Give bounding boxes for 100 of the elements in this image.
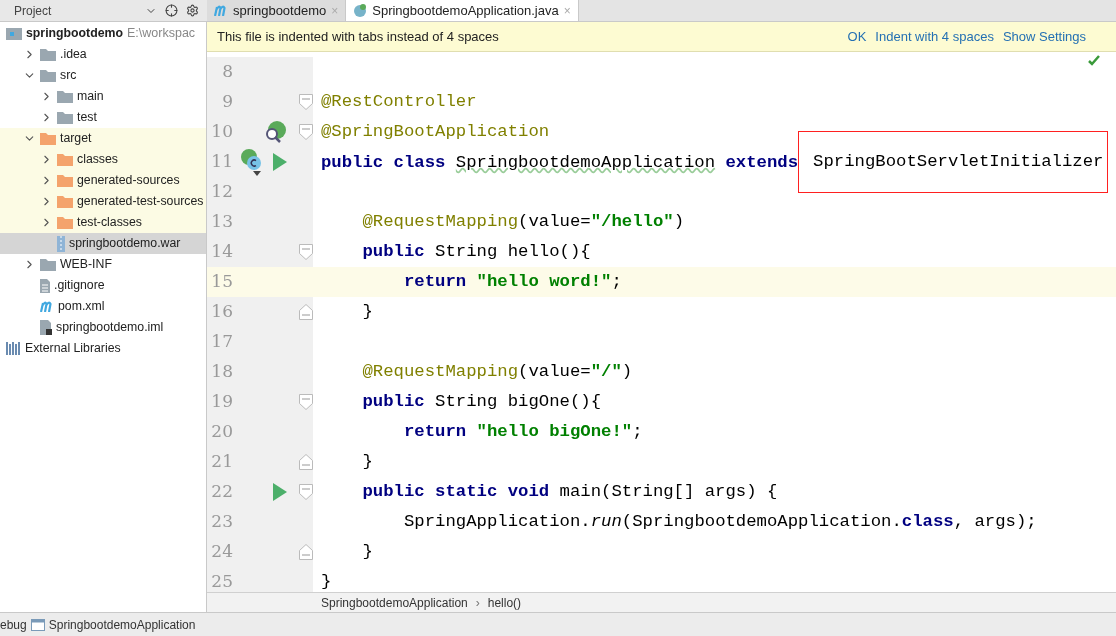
- code-token: (value=: [518, 212, 591, 232]
- line-number: 10: [210, 120, 233, 144]
- code-token: main(String[] args) {: [559, 482, 778, 502]
- code-token: @SpringBootApplication: [321, 122, 550, 142]
- breadcrumb-item[interactable]: hello(): [487, 593, 522, 612]
- tree-item[interactable]: target: [0, 128, 206, 149]
- run-icon[interactable]: [273, 153, 287, 171]
- editor-tab[interactable]: SpringbootdemoApplication.java ×: [346, 0, 579, 21]
- code-token: "/hello": [590, 212, 674, 232]
- line-number: 23: [210, 510, 233, 534]
- tree-label: test-classes: [77, 214, 142, 232]
- line-number: 22: [210, 480, 233, 504]
- code-token: String bigOne(){: [435, 392, 602, 412]
- fold-marker-icon[interactable]: [299, 394, 313, 410]
- code-token: return: [404, 422, 468, 442]
- folder-icon: [57, 153, 73, 166]
- tab-label: SpringbootdemoApplication.java: [372, 1, 559, 20]
- project-view-title[interactable]: Project: [14, 1, 52, 20]
- tree-item[interactable]: .idea: [0, 44, 206, 65]
- code-token: }: [362, 452, 373, 472]
- tree-item[interactable]: src: [0, 65, 206, 86]
- folder-icon: [40, 258, 56, 271]
- folder-icon: [57, 216, 73, 229]
- tree-label: springbootdemo.war: [69, 235, 181, 253]
- code-token: ;: [611, 272, 622, 292]
- run-icon[interactable]: [273, 483, 287, 501]
- tree-item[interactable]: main: [0, 86, 206, 107]
- bean-search-icon[interactable]: [263, 120, 287, 144]
- tree-label: External Libraries: [25, 340, 121, 358]
- fold-marker-icon[interactable]: [299, 484, 313, 500]
- archive-icon: [57, 235, 65, 252]
- line-number: 15: [210, 270, 233, 294]
- code-token: SpringbootdemoApplication: [455, 152, 716, 172]
- check-icon: [1088, 55, 1100, 67]
- tree-label: target: [60, 130, 92, 148]
- highlighted-code: SpringBootServletInitializer: [798, 131, 1109, 193]
- notification-link[interactable]: OK: [847, 26, 867, 47]
- notification-link[interactable]: Indent with 4 spaces: [875, 26, 994, 47]
- tree-item[interactable]: test-classes: [0, 212, 206, 233]
- code-token: }: [362, 542, 373, 562]
- line-number: 24: [210, 540, 233, 564]
- run-configuration-tab[interactable]: SpringbootdemoApplication: [48, 615, 196, 634]
- folder-icon: [57, 174, 73, 187]
- code-token: }: [362, 302, 373, 322]
- line-number: 18: [210, 360, 233, 384]
- tree-label: main: [77, 88, 104, 106]
- fold-marker-icon[interactable]: [299, 544, 313, 560]
- tree-item[interactable]: External Libraries: [0, 338, 206, 359]
- code-token: public: [362, 242, 426, 262]
- fold-marker-icon[interactable]: [299, 124, 313, 140]
- file-icon: [40, 320, 52, 335]
- breadcrumb-item[interactable]: SpringbootdemoApplication: [321, 593, 468, 612]
- line-number: 9: [221, 90, 233, 114]
- code-token: @RequestMapping: [362, 362, 519, 382]
- code-token: , args);: [953, 512, 1037, 532]
- code-token: public static void: [362, 482, 551, 502]
- fold-marker-icon[interactable]: [299, 244, 313, 260]
- notification-link[interactable]: Show Settings: [1002, 26, 1086, 47]
- file-icon: [40, 278, 50, 293]
- tree-label: .gitignore: [54, 277, 105, 295]
- tree-label: pom.xml: [58, 298, 105, 316]
- tree-item[interactable]: WEB-INF: [0, 254, 206, 275]
- tree-label: WEB-INF: [60, 256, 112, 274]
- fold-marker-icon[interactable]: [299, 304, 313, 320]
- locate-icon[interactable]: [165, 4, 178, 17]
- tree-label: generated-test-sources: [77, 193, 204, 211]
- folder-icon: [40, 132, 56, 145]
- line-number: 14: [210, 240, 233, 264]
- fold-marker-icon[interactable]: [299, 94, 313, 110]
- line-number: 13: [210, 210, 233, 234]
- libraries-icon: [6, 342, 21, 355]
- tree-item[interactable]: .gitignore: [0, 275, 206, 296]
- code-token: (value=: [518, 362, 591, 382]
- editor-tab[interactable]: springbootdemo ×: [207, 0, 347, 21]
- window-icon: [30, 618, 45, 631]
- code-token: "hello word!": [476, 272, 612, 292]
- folder-icon: [57, 111, 73, 124]
- tree-item[interactable]: test: [0, 107, 206, 128]
- code-token: }: [321, 572, 332, 592]
- folder-icon: [57, 195, 73, 208]
- line-number: 25: [210, 570, 233, 592]
- tree-item[interactable]: generated-test-sources: [0, 191, 206, 212]
- folder-icon: [57, 90, 73, 103]
- tool-window-tab[interactable]: ebug: [0, 615, 27, 634]
- code-token: public class: [321, 152, 447, 172]
- line-number: 16: [210, 300, 233, 324]
- tree-item[interactable]: springbootdemo.war: [0, 233, 206, 254]
- tree-item[interactable]: springbootdemo E:\workspac: [0, 23, 206, 44]
- tree-item[interactable]: generated-sources: [0, 170, 206, 191]
- tree-label: src: [60, 67, 77, 85]
- code-token: public: [362, 392, 426, 412]
- tree-item[interactable]: springbootdemo.iml: [0, 317, 206, 338]
- tree-item[interactable]: classes: [0, 149, 206, 170]
- fold-marker-icon[interactable]: [299, 454, 313, 470]
- tab-label: springbootdemo: [233, 1, 327, 20]
- project-path: E:\workspac: [127, 25, 196, 43]
- line-number: 12: [210, 180, 233, 204]
- settings-icon[interactable]: [186, 4, 199, 17]
- tree-item[interactable]: pom.xml: [0, 296, 206, 317]
- line-number: 8: [221, 60, 233, 84]
